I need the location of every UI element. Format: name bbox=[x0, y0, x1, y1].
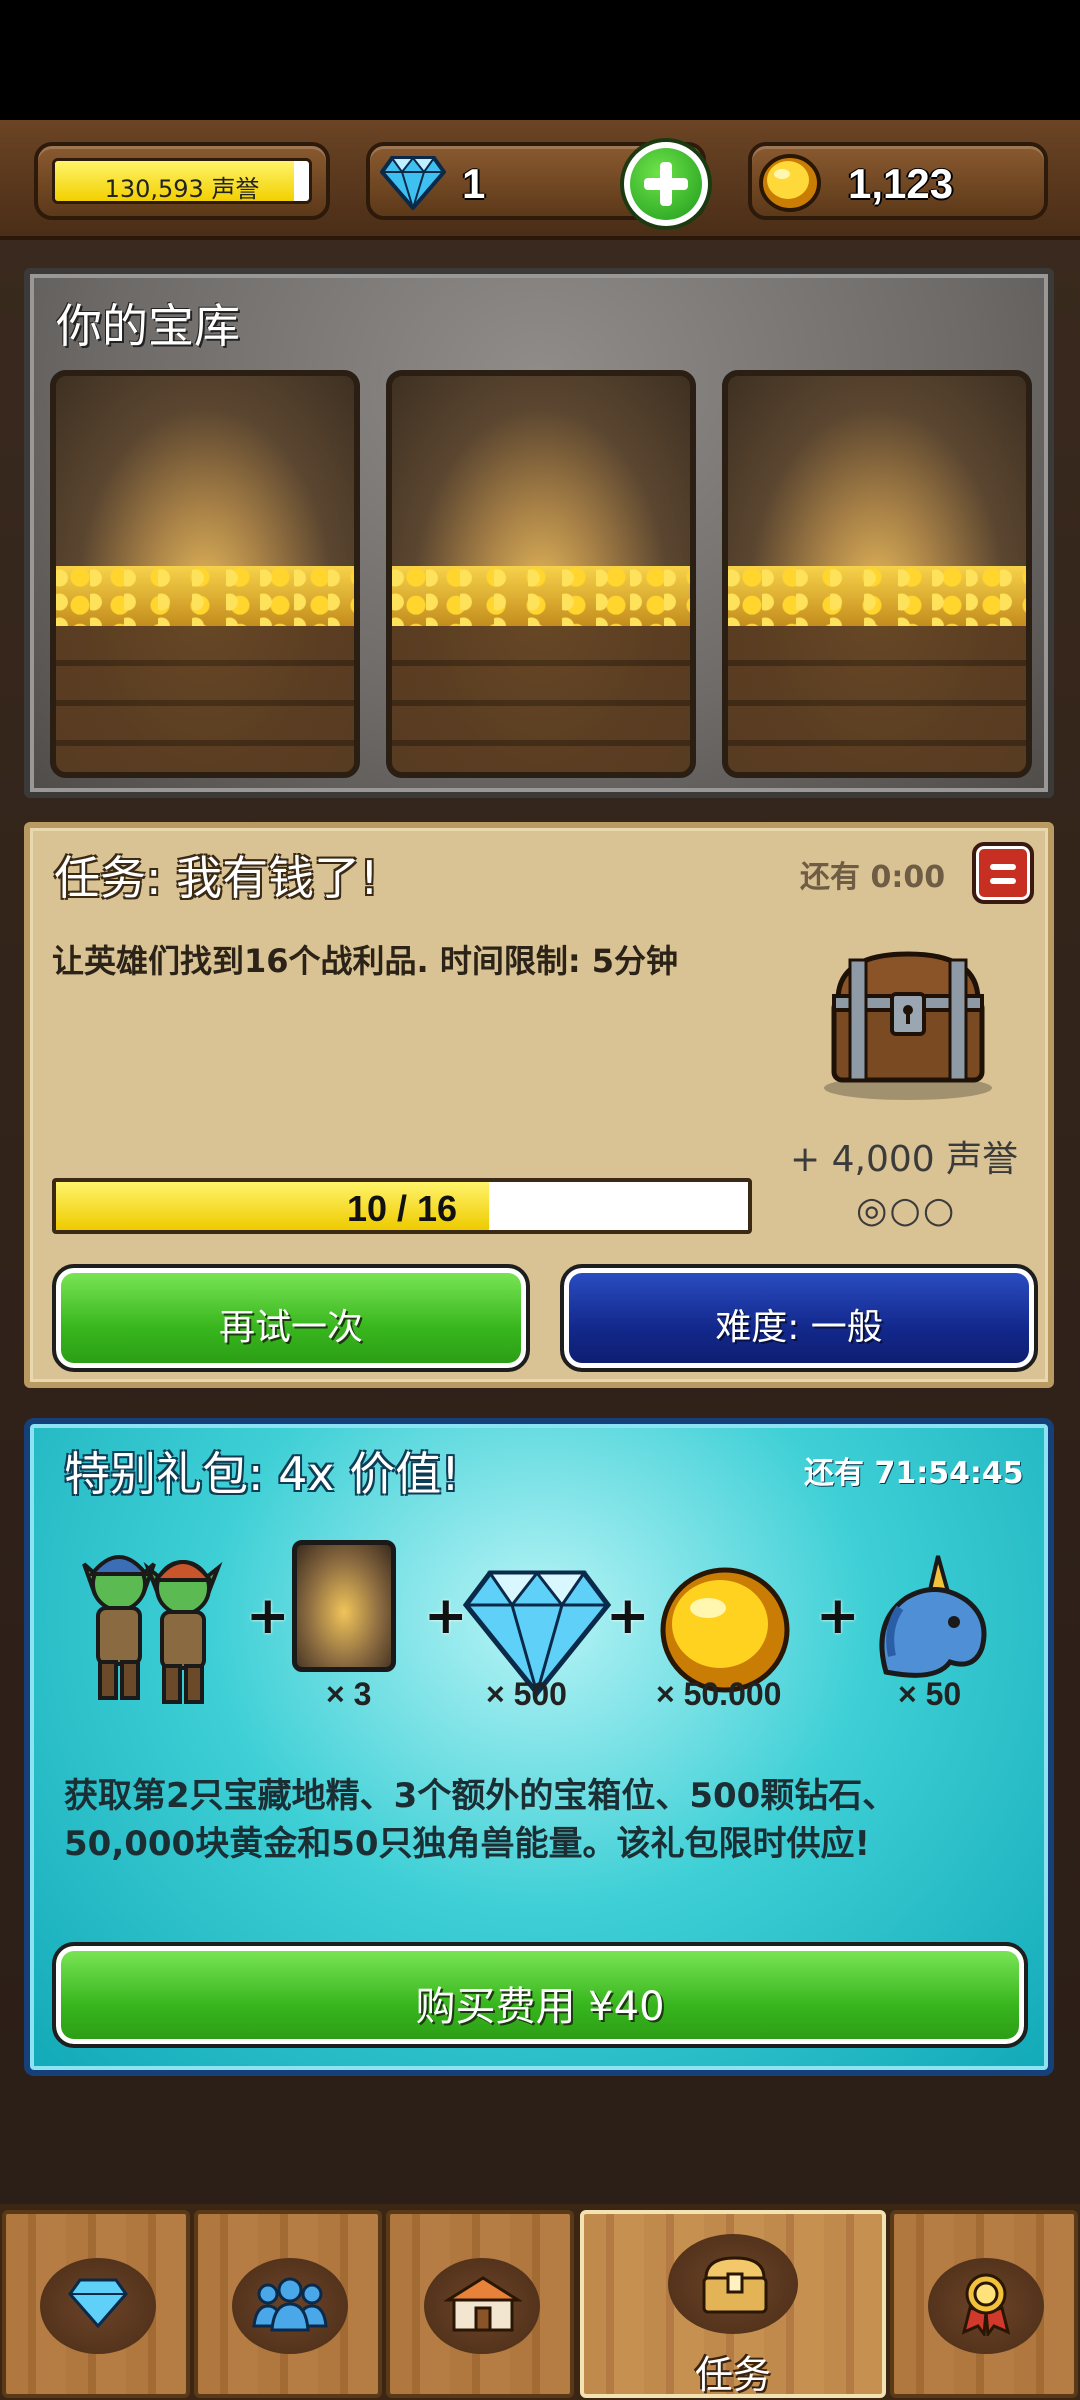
diamond-icon bbox=[380, 156, 446, 210]
plus-sign: + bbox=[606, 1586, 650, 1646]
gold-pile bbox=[56, 566, 354, 626]
diamond-icon bbox=[68, 2278, 128, 2328]
treasure-chest-icon bbox=[824, 951, 992, 1100]
currency-bar: 130,593 声誉 1 1,123 bbox=[0, 120, 1080, 240]
gold-counter: 1,123 bbox=[748, 142, 1048, 220]
bottom-nav: 任务 bbox=[0, 2204, 1080, 2400]
difficulty-button[interactable]: 难度: 一般 bbox=[560, 1264, 1038, 1372]
nav-tab-label: 任务 bbox=[694, 2353, 771, 2397]
gem-value: 1 bbox=[462, 160, 486, 207]
vault-slot[interactable] bbox=[722, 370, 1032, 778]
fame-counter: 130,593 声誉 bbox=[34, 142, 330, 220]
offer-qty: × 3 bbox=[326, 1676, 372, 1712]
buy-label: 购买费用 ¥40 bbox=[415, 1984, 665, 2030]
difficulty-label: 难度: 一般 bbox=[715, 1307, 883, 1348]
plus-sign: + bbox=[246, 1586, 290, 1646]
nav-tab-achievements[interactable] bbox=[890, 2210, 1078, 2398]
fame-progress-bar: 130,593 声誉 bbox=[52, 158, 312, 204]
quest-timer: 还有 0:00 bbox=[800, 860, 946, 895]
special-offer-panel: 特别礼包: 4x 价值! 还有 71:54:45 + × 3 + × 500 +… bbox=[24, 1418, 1054, 2076]
quest-reward: + 4,000 声誉 bbox=[790, 1139, 1019, 1180]
wood-floor bbox=[56, 626, 354, 772]
quest-description: 让英雄们找到16个战利品. 时间限制: 5分钟 bbox=[52, 942, 679, 980]
quest-title: 任务: 我有钱了! bbox=[54, 851, 379, 905]
fame-value: 130,593 声誉 bbox=[104, 175, 260, 203]
buildings-icon bbox=[444, 2276, 522, 2332]
vault-slot[interactable] bbox=[50, 370, 360, 778]
buy-gems-button[interactable] bbox=[620, 138, 712, 230]
vault-slot-icon bbox=[292, 1540, 396, 1672]
quest-panel: 任务: 我有钱了! 还有 0:00 让英雄们找到16个战利品. 时间限制: 5分… bbox=[24, 822, 1054, 1388]
offer-qty: × 50.000 bbox=[656, 1676, 782, 1712]
vault-slot[interactable] bbox=[386, 370, 696, 778]
quest-menu-button[interactable] bbox=[972, 842, 1034, 904]
plus-sign: + bbox=[816, 1586, 860, 1646]
goblin-pair-icon bbox=[82, 1555, 223, 1704]
vault-title: 你的宝库 bbox=[56, 299, 240, 353]
nav-tab-heroes[interactable] bbox=[194, 2210, 382, 2398]
retry-button[interactable]: 再试一次 bbox=[52, 1264, 530, 1372]
gold-pile bbox=[728, 566, 1026, 626]
wood-floor bbox=[728, 626, 1026, 772]
gold-value: 1,123 bbox=[848, 160, 954, 207]
offer-qty: × 50 bbox=[898, 1676, 962, 1712]
offer-description: 获取第2只宝藏地精、3个额外的宝箱位、500颗钻石、50,000块黄金和50只独… bbox=[64, 1776, 897, 1864]
retry-label: 再试一次 bbox=[218, 1307, 363, 1348]
nav-tab-quests[interactable]: 任务 bbox=[580, 2210, 886, 2398]
nav-tab-gems[interactable] bbox=[2, 2210, 190, 2398]
gold-coin-icon bbox=[759, 154, 821, 212]
treasure-chest-icon bbox=[702, 2256, 768, 2314]
heroes-icon bbox=[252, 2277, 328, 2332]
offer-title: 特别礼包: 4x 价值! bbox=[64, 1447, 460, 1501]
offer-qty: × 500 bbox=[486, 1676, 567, 1712]
quest-stars: ◎○○ bbox=[856, 1190, 957, 1231]
medal-icon bbox=[961, 2273, 1011, 2336]
nav-tab-buildings[interactable] bbox=[386, 2210, 574, 2398]
quest-progress-text: 10 / 16 bbox=[346, 1188, 458, 1229]
gold-pile bbox=[392, 566, 690, 626]
plus-icon bbox=[630, 148, 702, 220]
vault-panel: 你的宝库 bbox=[24, 268, 1054, 798]
wood-floor bbox=[392, 626, 690, 772]
buy-offer-button[interactable]: 购买费用 ¥40 bbox=[52, 1942, 1028, 2048]
quest-progress-bar: 10 / 16 bbox=[52, 1178, 752, 1234]
status-bar bbox=[0, 0, 1080, 120]
offer-timer: 还有 71:54:45 bbox=[804, 1456, 1024, 1491]
